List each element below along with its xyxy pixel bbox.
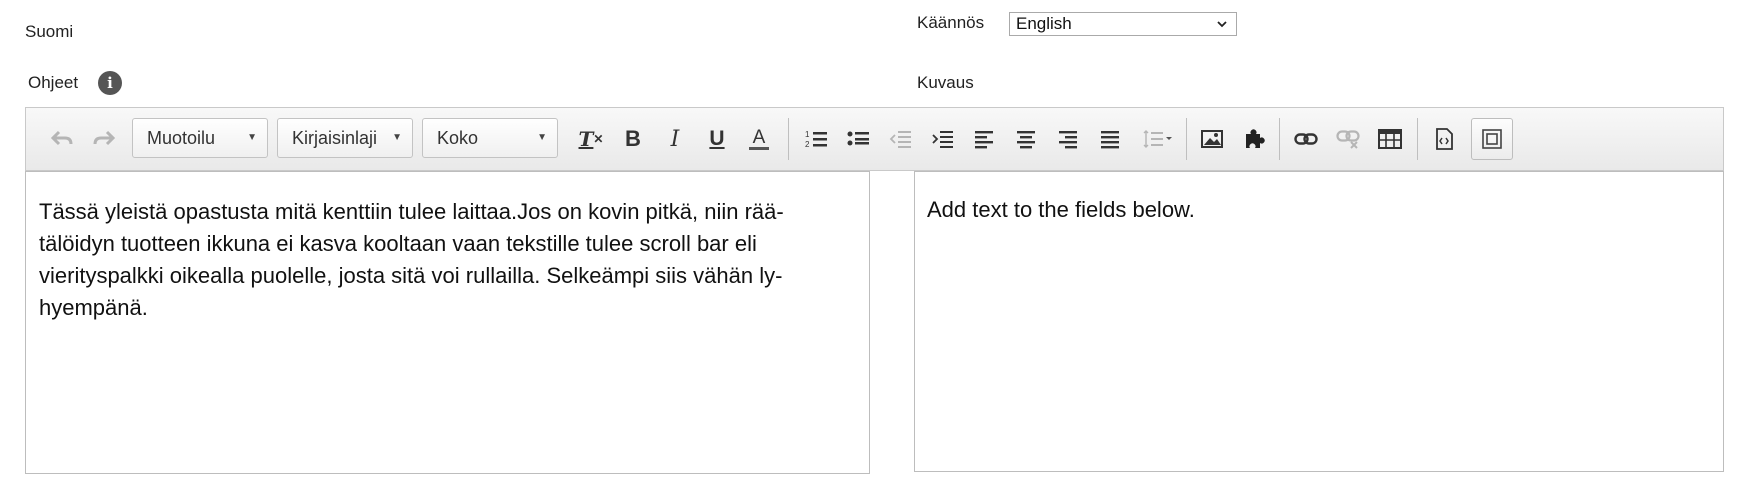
numbered-list-icon[interactable]: 12 [798,120,834,158]
editor-toolbar: Muotoilu ▼ Kirjaisinlaji ▼ Koko ▼ T ✕ B I… [25,107,1724,171]
description-editor-text: Add text to the fields below. [927,197,1195,222]
bold-icon[interactable]: B [615,120,651,158]
undo-icon[interactable] [44,120,80,158]
unlink-icon[interactable] [1330,120,1366,158]
description-label: Kuvaus [917,73,974,92]
show-blocks-icon[interactable] [1471,118,1513,160]
translation-select[interactable]: English [1009,12,1237,36]
align-right-icon[interactable] [1050,120,1086,158]
instructions-editor[interactable]: Tässä yleistä opastusta mitä kenttiin tu… [25,171,870,474]
outdent-icon[interactable] [882,120,918,158]
description-editor[interactable]: Add text to the fields below. [914,171,1724,472]
underline-icon[interactable]: U [699,120,735,158]
svg-text:1: 1 [805,130,810,139]
text-color-icon[interactable]: A [741,120,777,158]
align-center-icon[interactable] [1008,120,1044,158]
font-combo-label: Kirjaisinlaji [292,128,378,148]
svg-text:2: 2 [805,140,810,149]
remove-format-icon[interactable]: T ✕ [573,120,609,158]
line-height-icon[interactable] [1136,120,1180,158]
size-combo-label: Koko [437,128,479,148]
info-icon[interactable]: i [98,71,122,95]
puzzle-icon[interactable] [1236,120,1272,158]
table-icon[interactable] [1372,120,1408,158]
toolbar-separator [1186,118,1187,160]
chevron-down-icon [1216,13,1228,42]
link-icon[interactable] [1288,120,1324,158]
bulleted-list-icon[interactable] [840,120,876,158]
instructions-label: Ohjeet [28,73,79,92]
caret-down-icon: ▼ [392,132,402,143]
translation-label: Käännös [917,13,985,32]
redo-icon[interactable] [86,120,122,158]
font-combo[interactable]: Kirjaisinlaji ▼ [277,118,413,158]
image-icon[interactable] [1194,120,1230,158]
align-left-icon[interactable] [966,120,1002,158]
justify-icon[interactable] [1092,120,1128,158]
format-combo[interactable]: Muotoilu ▼ [132,118,268,158]
size-combo[interactable]: Koko ▼ [422,118,558,158]
format-combo-label: Muotoilu [147,128,216,148]
toolbar-separator [788,118,789,160]
instructions-editor-text: Tässä yleistä opastusta mitä kenttiin tu… [39,199,784,320]
toolbar-separator [1279,118,1280,160]
toolbar-separator [1417,118,1418,160]
caret-down-icon: ▼ [247,132,257,143]
italic-icon[interactable]: I [657,120,693,158]
translation-select-value: English [1016,14,1072,33]
indent-icon[interactable] [924,120,960,158]
caret-down-icon: ▼ [537,132,547,143]
source-icon[interactable] [1426,120,1462,158]
source-language-label: Suomi [25,22,74,41]
